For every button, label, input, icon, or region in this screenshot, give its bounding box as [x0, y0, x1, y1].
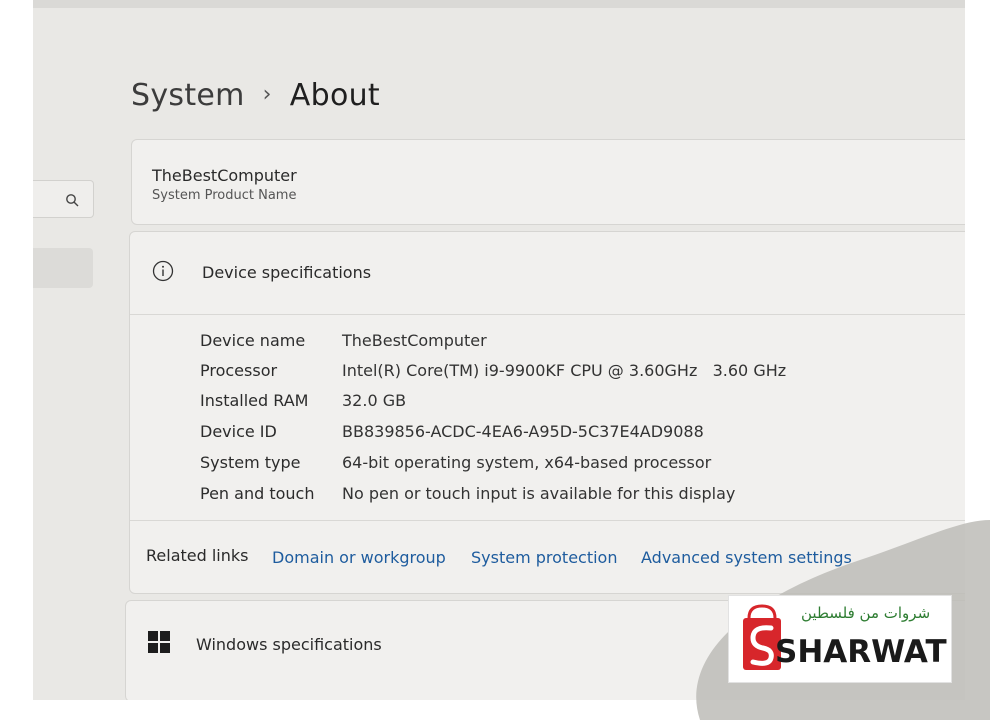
search-box[interactable] [33, 180, 94, 218]
breadcrumb: System › About [131, 78, 380, 113]
spec-value: 32.0 GB [342, 391, 407, 410]
device-specifications-header[interactable]: Device specifications [130, 232, 965, 315]
product-name: TheBestComputer [152, 166, 297, 185]
spec-key: Processor [200, 361, 278, 380]
watermark-arabic-text: شروات من فلسطين [801, 604, 931, 622]
spec-key: Installed RAM [200, 391, 309, 410]
related-links-label: Related links [146, 546, 249, 565]
watermark-brand-text: SHARWAT [775, 634, 947, 670]
spec-value: Intel(R) Core(TM) i9-9900KF CPU @ 3.60GH… [342, 361, 787, 380]
info-icon [152, 260, 174, 282]
spec-key: System type [200, 453, 301, 472]
search-icon[interactable] [65, 193, 79, 207]
breadcrumb-parent[interactable]: System [131, 78, 245, 113]
domain-or-workgroup-link[interactable]: Domain or workgroup [272, 548, 446, 567]
device-specifications-title: Device specifications [202, 263, 372, 282]
product-name-card[interactable]: TheBestComputer System Product Name [131, 139, 965, 225]
system-protection-link[interactable]: System protection [471, 548, 617, 567]
spec-value: TheBestComputer [342, 331, 487, 350]
windows-logo-icon [148, 631, 170, 653]
spec-key: Device ID [200, 422, 277, 441]
product-name-label: System Product Name [152, 188, 297, 203]
title-bar-edge [33, 0, 965, 8]
breadcrumb-separator: › [262, 82, 272, 107]
spec-key: Device name [200, 331, 306, 350]
spec-value: BB839856-ACDC-4EA6-A95D-5C37E4AD9088 [342, 422, 704, 441]
watermark-logo: شروات من فلسطين SHARWAT [728, 595, 952, 683]
spec-value: 64-bit operating system, x64-based proce… [342, 453, 712, 472]
nav-item-selected[interactable] [33, 248, 93, 288]
spec-key: Pen and touch [200, 484, 315, 503]
windows-specifications-title: Windows specifications [196, 635, 382, 654]
spec-value: No pen or touch input is available for t… [342, 484, 736, 503]
page-title: About [289, 78, 380, 113]
